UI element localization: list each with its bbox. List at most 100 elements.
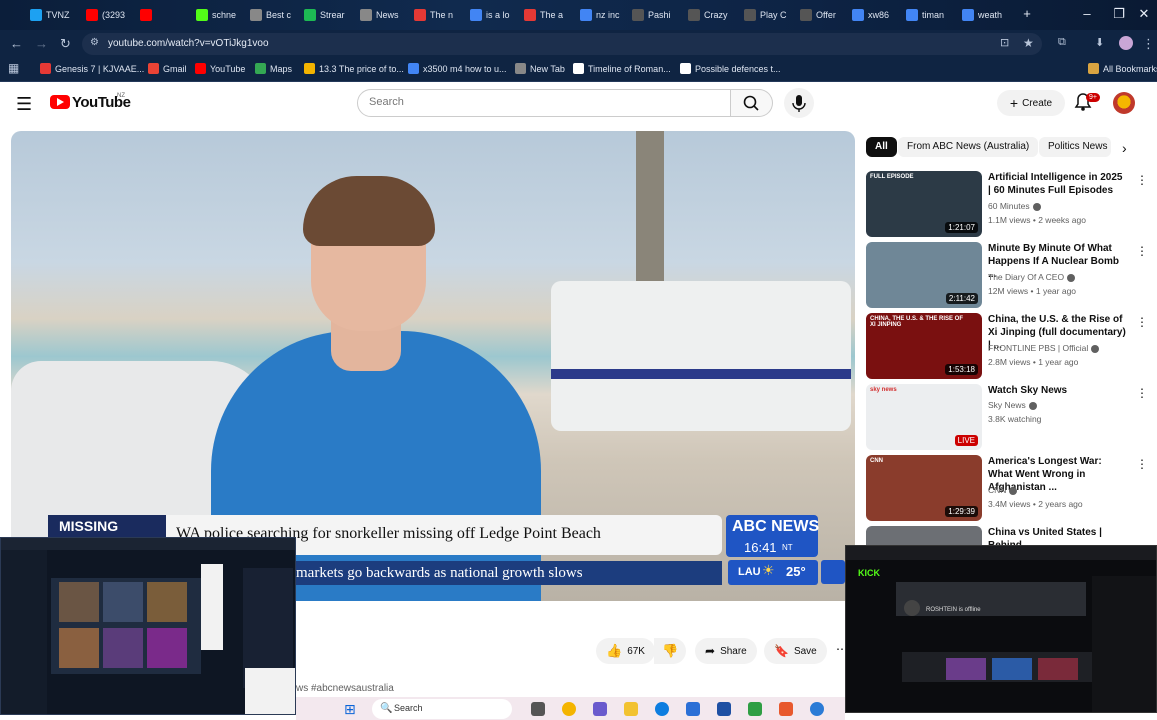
maximize-button[interactable]: ❐	[1110, 6, 1128, 22]
recommended-video[interactable]: CHINA, THE U.S. & THE RISE OF XI JINPING…	[866, 313, 1148, 379]
bookmark-item[interactable]: Genesis 7 | KJVAAE...	[40, 63, 144, 74]
browser-tab[interactable]: timan	[906, 4, 956, 26]
channel-name[interactable]: CNN	[988, 485, 1006, 495]
browser-tab[interactable]	[140, 4, 190, 26]
tab-label: Strear	[320, 10, 345, 20]
store-icon[interactable]	[686, 702, 700, 716]
browser-tab[interactable]: The a	[524, 4, 574, 26]
voice-search-button[interactable]	[784, 88, 814, 118]
browser-tab[interactable]: Pashi	[632, 4, 682, 26]
search-button[interactable]	[731, 89, 773, 117]
bookmark-item[interactable]: YouTube	[195, 63, 245, 74]
hamburger-menu-icon[interactable]: ☰	[16, 94, 32, 115]
more-options-icon[interactable]: ⋮	[1136, 244, 1148, 258]
minimize-button[interactable]: –	[1078, 6, 1096, 21]
create-button[interactable]: + Create	[997, 90, 1065, 116]
channel-name[interactable]: 60 Minutes	[988, 201, 1030, 211]
video-thumbnail[interactable]: CNN 1:29:39	[866, 455, 982, 521]
account-avatar[interactable]	[1113, 92, 1135, 114]
bookmark-item[interactable]: Possible defences t...	[680, 63, 781, 74]
browser-tab[interactable]: (3293	[86, 4, 136, 26]
video-thumbnail[interactable]	[866, 526, 982, 546]
video-title[interactable]: Watch Sky News	[988, 384, 1128, 397]
extensions-icon[interactable]: ⧉	[1058, 36, 1066, 49]
chip-all[interactable]: All	[866, 137, 897, 157]
channel-name[interactable]: FRONTLINE PBS | Official	[988, 343, 1088, 353]
back-icon[interactable]: ←	[10, 36, 23, 51]
recommended-video[interactable]: FULL EPISODE 1:21:07 Artificial Intelligen…	[866, 171, 1148, 237]
kick-stream-window[interactable]: KICK ROSHTEIN is offline	[845, 545, 1157, 713]
task-view-icon[interactable]	[531, 702, 545, 716]
channel-name[interactable]: The Diary Of A CEO	[988, 272, 1064, 282]
chip-from-abc-news[interactable]: From ABC News (Australia)	[898, 137, 1039, 157]
url-text[interactable]: youtube.com/watch?v=vOTiJkg1voo	[108, 38, 269, 49]
video-thumbnail[interactable]: FULL EPISODE 1:21:07	[866, 171, 982, 237]
share-button[interactable]: ➦ Share	[695, 638, 757, 664]
more-options-icon[interactable]: ⋮	[1136, 315, 1148, 329]
bookmark-item[interactable]: 13.3 The price of to...	[304, 63, 404, 74]
bookmark-item[interactable]: Maps	[255, 63, 292, 74]
close-window-button[interactable]: ✕	[1135, 6, 1153, 22]
browser-tab[interactable]: is a lo	[470, 4, 520, 26]
bookmark-star-icon[interactable]: ★	[1023, 36, 1034, 50]
search-input[interactable]	[357, 89, 731, 117]
recommended-video[interactable]: sky news LIVE Watch Sky News Sky News 3.8K w…	[866, 384, 1148, 450]
bookmark-item[interactable]: Gmail	[148, 63, 187, 74]
bookmark-item[interactable]: Timeline of Roman...	[573, 63, 671, 74]
browser-menu-icon[interactable]: ⋮	[1142, 36, 1155, 52]
browser-tab[interactable]: The n	[414, 4, 464, 26]
new-tab-button[interactable]: +	[1018, 6, 1036, 21]
video-thumbnail[interactable]: sky news LIVE	[866, 384, 982, 450]
save-button[interactable]: 🔖 Save	[764, 638, 827, 664]
video-thumbnail[interactable]: CHINA, THE U.S. & THE RISE OF XI JINPING…	[866, 313, 982, 379]
apps-grid-icon[interactable]: ▦	[8, 61, 19, 75]
copilot-icon[interactable]	[593, 702, 607, 716]
bookmark-item[interactable]: New Tab	[515, 63, 565, 74]
bookmark-item[interactable]: x3500 m4 how to u...	[408, 63, 507, 74]
browser-tab[interactable]: xw86	[852, 4, 902, 26]
recommended-video[interactable]: China vs United States | Behind	[866, 526, 1148, 546]
all-bookmarks[interactable]: All Bookmarks	[1088, 63, 1157, 74]
browser-tab[interactable]: TVNZ	[30, 4, 80, 26]
browser-tab[interactable]: Play C	[744, 4, 794, 26]
browser-tab[interactable]: News	[360, 4, 410, 26]
notification-app-icon[interactable]	[779, 702, 793, 716]
downloads-icon[interactable]: ⬇	[1095, 36, 1104, 49]
video-title[interactable]: Artificial Intelligence in 2025 | 60 Min…	[988, 171, 1128, 197]
install-icon[interactable]: ⊡	[1000, 36, 1009, 49]
more-options-icon[interactable]: ⋮	[1136, 386, 1148, 400]
video-title[interactable]: China vs United States | Behind	[988, 526, 1128, 546]
casino-stream-window[interactable]	[0, 537, 296, 715]
chevron-right-icon[interactable]: ›	[1122, 140, 1127, 156]
edge-icon[interactable]	[655, 702, 669, 716]
taskbar-search[interactable]: Search	[372, 699, 512, 719]
like-button[interactable]: 👍 67K	[596, 638, 655, 664]
youtube-logo-icon[interactable]	[50, 95, 70, 109]
video-thumbnail[interactable]: 2:11:42	[866, 242, 982, 308]
browser-tab[interactable]: Offer	[800, 4, 850, 26]
browser-icon[interactable]	[810, 702, 824, 716]
browser-tab[interactable]: schne	[196, 4, 246, 26]
browser-tab[interactable]: Strear	[304, 4, 354, 26]
browser-tab[interactable]: Crazy	[688, 4, 738, 26]
reload-icon[interactable]: ↻	[60, 36, 71, 52]
browser-tab[interactable]: weath	[962, 4, 1012, 26]
browser-tab[interactable]: Best c	[250, 4, 300, 26]
description-hashtags[interactable]: ws #abcnewsaustralia	[296, 683, 394, 694]
chrome-icon[interactable]	[562, 702, 576, 716]
mail-icon[interactable]	[717, 702, 731, 716]
windows-start-icon[interactable]: ⊞	[344, 701, 356, 718]
site-info-icon[interactable]: ⚙	[90, 37, 99, 48]
recommended-video[interactable]: CNN 1:29:39 America's Longest War: What We…	[866, 455, 1148, 521]
more-options-icon[interactable]: ⋮	[1136, 173, 1148, 187]
recommended-video[interactable]: 2:11:42 Minute By Minute Of What Happens …	[866, 242, 1148, 308]
chip-politics-news[interactable]: Politics News	[1039, 137, 1111, 157]
channel-name[interactable]: Sky News	[988, 400, 1026, 410]
file-explorer-icon[interactable]	[624, 702, 638, 716]
browser-tab[interactable]: nz inc	[580, 4, 630, 26]
app-icon[interactable]	[748, 702, 762, 716]
dislike-button[interactable]: 👎	[654, 638, 687, 664]
more-options-icon[interactable]: ⋮	[1136, 457, 1148, 471]
profile-avatar[interactable]	[1119, 36, 1133, 50]
forward-icon[interactable]: →	[35, 36, 48, 51]
